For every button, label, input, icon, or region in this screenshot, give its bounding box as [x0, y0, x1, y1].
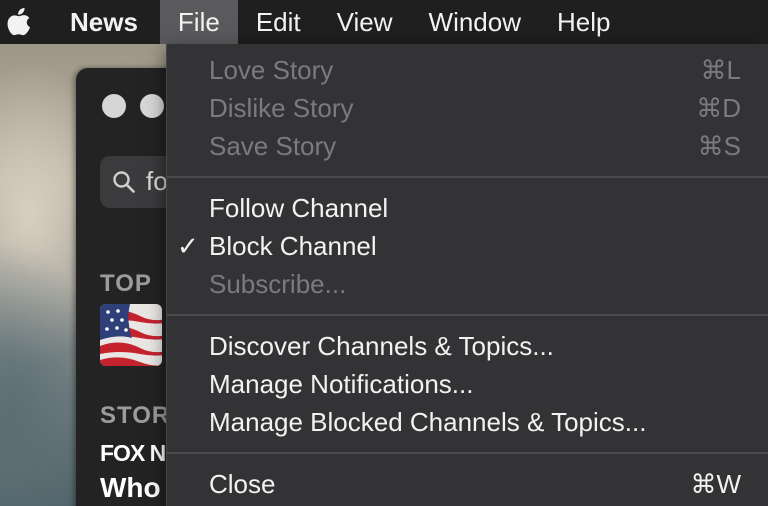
menu-edit[interactable]: Edit: [238, 0, 319, 44]
channel-flag-thumbnail[interactable]: [100, 304, 162, 366]
menu-item-follow-channel[interactable]: Follow Channel: [167, 189, 768, 227]
shortcut-love-story: ⌘L: [700, 55, 741, 85]
menu-separator: [167, 176, 768, 178]
menu-item-love-story[interactable]: Love Story ⌘L: [167, 51, 768, 89]
menu-item-discover-channels[interactable]: Discover Channels & Topics...: [167, 327, 768, 365]
menu-item-save-story[interactable]: Save Story ⌘S: [167, 127, 768, 165]
section-top-label: TOP: [100, 270, 152, 297]
publisher-logo-text: FOX N: [100, 440, 166, 466]
window-minimize-button[interactable]: [140, 94, 164, 118]
shortcut-save-story: ⌘S: [697, 131, 741, 161]
menu-item-manage-blocked[interactable]: Manage Blocked Channels & Topics...: [167, 403, 768, 441]
menu-window[interactable]: Window: [411, 0, 539, 44]
menu-bar: News File Edit View Window Help: [0, 0, 768, 44]
menu-item-subscribe[interactable]: Subscribe...: [167, 265, 768, 303]
menu-item-block-channel[interactable]: ✓ Block Channel: [167, 227, 768, 265]
file-menu-dropdown: Love Story ⌘L Dislike Story ⌘D Save Stor…: [166, 44, 768, 506]
menu-app-news[interactable]: News: [34, 0, 160, 44]
menu-separator: [167, 314, 768, 316]
checkmark-icon: ✓: [177, 231, 199, 261]
shortcut-dislike-story: ⌘D: [696, 93, 741, 123]
menu-item-manage-notifications[interactable]: Manage Notifications...: [167, 365, 768, 403]
section-stories-label: STOR: [100, 402, 171, 429]
menu-separator: [167, 452, 768, 454]
window-close-button[interactable]: [102, 94, 126, 118]
menu-view[interactable]: View: [319, 0, 411, 44]
search-icon: [112, 170, 136, 199]
menu-item-dislike-story[interactable]: Dislike Story ⌘D: [167, 89, 768, 127]
menu-item-close[interactable]: Close ⌘W: [167, 465, 768, 503]
apple-logo-icon[interactable]: [4, 0, 34, 44]
screen: News File Edit View Window Help fo TOP S…: [0, 0, 768, 506]
shortcut-close: ⌘W: [690, 469, 741, 499]
search-input-text[interactable]: fo: [146, 166, 168, 197]
menu-help[interactable]: Help: [539, 0, 628, 44]
story-headline[interactable]: Who: [100, 472, 161, 504]
menu-file[interactable]: File: [159, 0, 238, 44]
